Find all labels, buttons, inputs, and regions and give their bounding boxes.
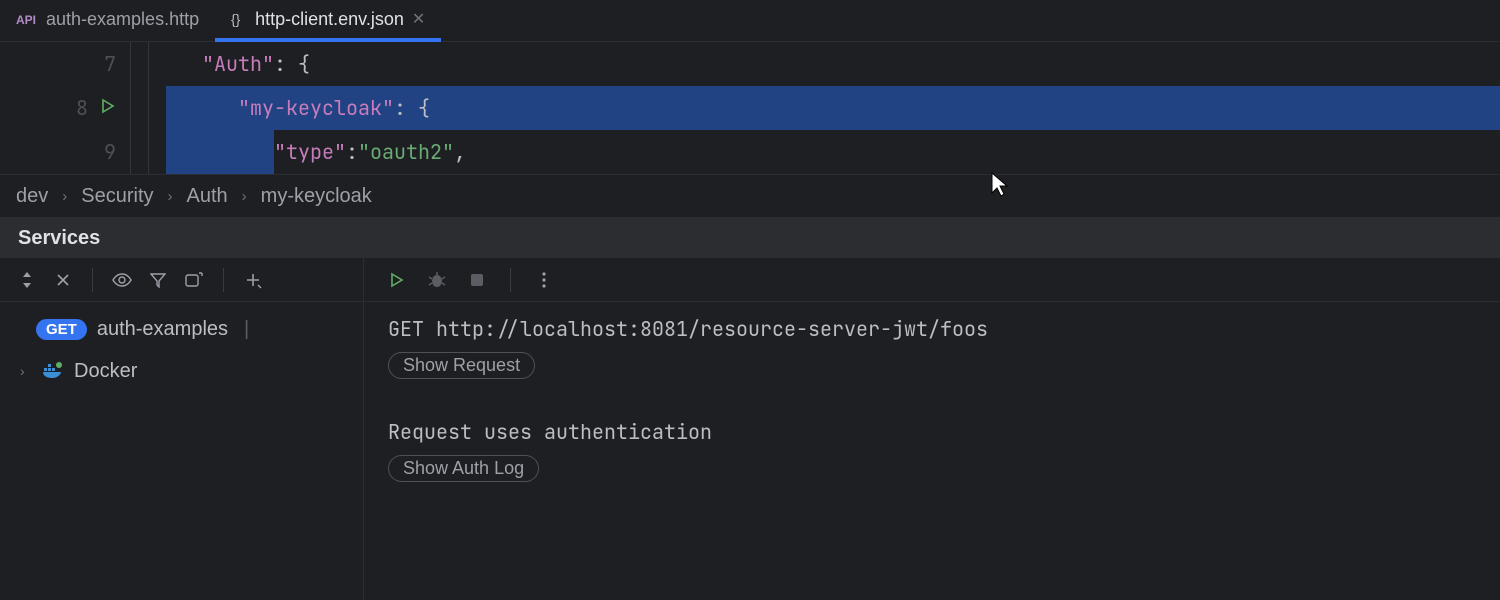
stop-icon[interactable]: [464, 267, 490, 293]
json-punct: : {: [274, 51, 310, 77]
editor-tab-bar: API auth-examples.http {} http-client.en…: [0, 0, 1500, 42]
svg-text:{}: {}: [231, 12, 241, 27]
code-line-7[interactable]: 7 "Auth": {: [0, 42, 1500, 86]
eye-icon[interactable]: [109, 267, 135, 293]
mouse-cursor-icon: [990, 171, 1010, 205]
chevron-right-icon: ›: [242, 188, 247, 205]
json-value: "oauth2": [358, 139, 454, 165]
services-output-panel: GET http://localhost:8081/resource-serve…: [364, 258, 1500, 600]
code-editor[interactable]: 7 "Auth": { 8 "my-keycloak": { 9 "type":…: [0, 42, 1500, 174]
json-comma: ,: [454, 139, 466, 165]
json-file-icon: {}: [231, 12, 247, 28]
breadcrumb-segment[interactable]: Auth: [187, 185, 228, 208]
request-line: GET http://localhost:8081/resource-serve…: [388, 316, 1476, 342]
run-gutter-icon[interactable]: [100, 97, 116, 120]
svg-text:API: API: [16, 13, 36, 27]
line-number: 9: [104, 139, 116, 165]
services-tree-panel: GET auth-examples | › Docker: [0, 258, 364, 600]
tab-http-client-env[interactable]: {} http-client.env.json ✕: [215, 1, 441, 42]
code-line-8[interactable]: 8 "my-keycloak": {: [0, 86, 1500, 130]
json-colon: :: [346, 139, 358, 165]
run-icon[interactable]: [384, 267, 410, 293]
collapse-icon[interactable]: [50, 267, 76, 293]
services-title: Services: [18, 227, 100, 250]
json-key: "type": [274, 139, 346, 165]
services-tree: GET auth-examples | › Docker: [0, 302, 363, 398]
breadcrumb-segment[interactable]: Security: [81, 185, 153, 208]
filter-icon[interactable]: [145, 267, 171, 293]
show-request-button[interactable]: Show Request: [388, 352, 535, 379]
chevron-right-icon: ›: [168, 188, 173, 205]
services-left-toolbar: [0, 258, 363, 302]
services-body: GET auth-examples | › Docker: [0, 258, 1500, 600]
more-icon[interactable]: [531, 267, 557, 293]
json-punct: : {: [394, 95, 430, 121]
show-auth-log-button[interactable]: Show Auth Log: [388, 455, 539, 482]
services-right-toolbar: [364, 258, 1500, 302]
breadcrumb-segment[interactable]: dev: [16, 185, 48, 208]
tree-item-suffix: |: [244, 318, 249, 341]
tab-label: http-client.env.json: [255, 9, 404, 30]
api-file-icon: API: [16, 13, 38, 27]
json-key: "Auth": [202, 51, 274, 77]
tree-item-label: auth-examples: [97, 318, 228, 341]
line-number: 8: [76, 95, 88, 121]
json-key: "my-keycloak": [238, 95, 394, 121]
http-method-badge: GET: [36, 319, 87, 340]
breadcrumb-segment[interactable]: my-keycloak: [261, 185, 372, 208]
chevron-right-icon: ›: [62, 188, 67, 205]
toolbar-divider: [223, 268, 224, 292]
docker-icon: [42, 360, 64, 382]
tree-item-label: Docker: [74, 360, 137, 383]
tab-label: auth-examples.http: [46, 9, 199, 30]
add-icon[interactable]: [240, 267, 266, 293]
group-icon[interactable]: [181, 267, 207, 293]
services-tool-window-header[interactable]: Services: [0, 218, 1500, 258]
output-area: GET http://localhost:8081/resource-serve…: [364, 302, 1500, 496]
tree-item-auth-examples[interactable]: GET auth-examples |: [0, 308, 363, 350]
expand-collapse-icon[interactable]: [14, 267, 40, 293]
chevron-right-icon[interactable]: ›: [20, 363, 32, 379]
code-line-9[interactable]: 9 "type": "oauth2",: [0, 130, 1500, 174]
toolbar-divider: [92, 268, 93, 292]
auth-message: Request uses authentication: [388, 419, 1476, 445]
close-icon[interactable]: ✕: [412, 12, 425, 28]
breadcrumb: dev › Security › Auth › my-keycloak: [0, 174, 1500, 218]
tab-auth-examples[interactable]: API auth-examples.http: [0, 1, 215, 42]
tree-item-docker[interactable]: › Docker: [0, 350, 363, 392]
toolbar-divider: [510, 268, 511, 292]
debug-icon[interactable]: [424, 267, 450, 293]
line-number: 7: [104, 51, 116, 77]
